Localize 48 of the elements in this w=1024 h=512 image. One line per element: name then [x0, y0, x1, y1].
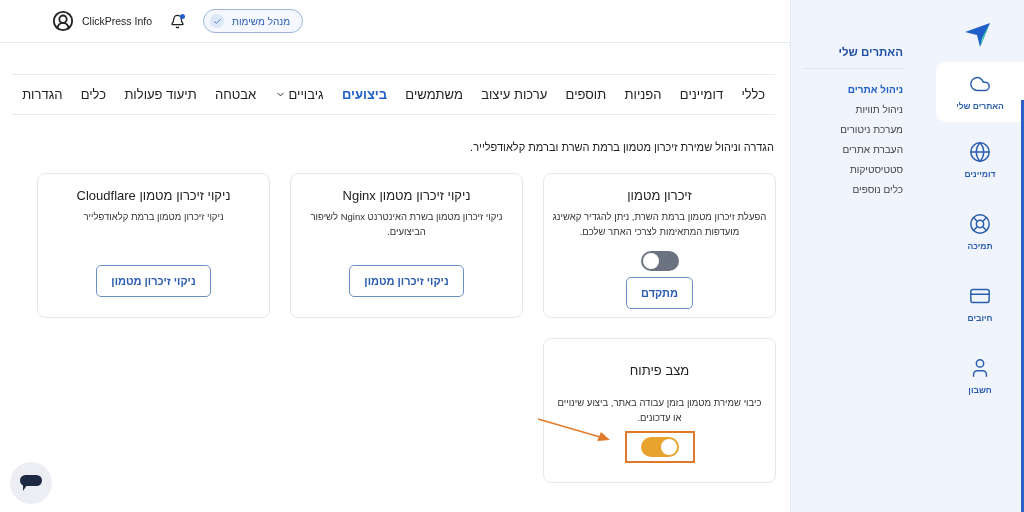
tab[interactable]: גיבויים [274, 87, 324, 102]
chat-icon [20, 475, 42, 491]
nav-rail-item[interactable]: חיובים [936, 270, 1024, 338]
description-text: הגדרה וניהול שמירת זיכרון מטמון ברמת השרת וברמת קלאודפלייר. [469, 140, 775, 153]
tab[interactable]: כללי [741, 87, 765, 102]
submenu-item[interactable]: סטטיסטיקות [803, 164, 903, 175]
tab[interactable]: כלים [80, 87, 107, 102]
tab[interactable]: דומיינים [679, 87, 724, 102]
nav-rail-item[interactable]: האתרים שלי [936, 62, 1024, 122]
submenu-item[interactable]: ניהול תוויות [803, 104, 903, 115]
tab[interactable]: משתמשים [405, 87, 463, 102]
tab[interactable]: הפניות [624, 87, 662, 102]
submenu-title: האתרים שלי [803, 46, 903, 69]
task-manager-button[interactable]: מנהל משימות [203, 9, 304, 33]
tab[interactable]: תיעוד פעולות [124, 87, 197, 102]
tab[interactable]: אבטחה [214, 87, 257, 102]
card-description: הפעלת זיכרון מטמון ברמת השרת, ניתן להגדיר קאשינג מועדפות המתאימות לצרכי האתר שלכם. [552, 210, 767, 239]
lifebuoy-icon [969, 213, 991, 235]
tab[interactable]: ערכות עיצוב [481, 87, 548, 102]
nav-rail-item[interactable]: חשבון [936, 342, 1024, 410]
card-button[interactable]: ניקוי זיכרון מטמון [349, 265, 464, 297]
card-title: ניקוי זיכרון מטמון Cloudflare [76, 188, 231, 203]
card-description: ניקוי זיכרון מטמון בשרת האינטרנט Nginx לשיפור הביצועים. [309, 210, 504, 239]
submenu-item[interactable]: ניהול אתרים [803, 84, 903, 95]
submenu-item[interactable]: כלים נוספים [803, 184, 903, 195]
toggle-switch[interactable] [640, 437, 679, 458]
card-title: מצב פיתוח [629, 363, 690, 378]
nav-rail-item[interactable]: תמיכה [936, 198, 1024, 266]
submenu-item[interactable]: העברת אתרים [803, 144, 903, 155]
user-avatar-icon[interactable] [52, 10, 74, 32]
toggle-switch[interactable] [640, 251, 679, 272]
tab[interactable]: ביצועים [341, 87, 388, 102]
user-name: ClickPress Info [82, 15, 153, 27]
paper-plane-logo[interactable] [963, 22, 991, 48]
card-button[interactable]: מתקדם [626, 277, 693, 310]
card-button[interactable]: ניקוי זיכרון מטמון [96, 265, 211, 297]
nav-rail-item[interactable]: דומיינים [936, 126, 1024, 194]
chat-widget-button[interactable] [10, 462, 52, 504]
check-icon [210, 14, 225, 28]
submenu-item[interactable]: מערכת ניטורים [803, 124, 903, 135]
tab[interactable]: הגדרות [22, 87, 63, 102]
globe-icon [969, 141, 991, 163]
card-title: ניקוי זיכרון מטמון Nginx [342, 188, 471, 203]
card-title: זיכרון מטמון [627, 188, 692, 203]
tab[interactable]: תוספים [565, 87, 607, 102]
card-description: כיבוי שמירת מטמון בזמן עבודה באתר, ביצוע שינויים או עדכונים. [556, 396, 763, 425]
notification-bell-icon[interactable] [170, 13, 186, 29]
card-description: ניקוי זיכרון מטמון ברמת קלאודפלייר [83, 210, 224, 224]
